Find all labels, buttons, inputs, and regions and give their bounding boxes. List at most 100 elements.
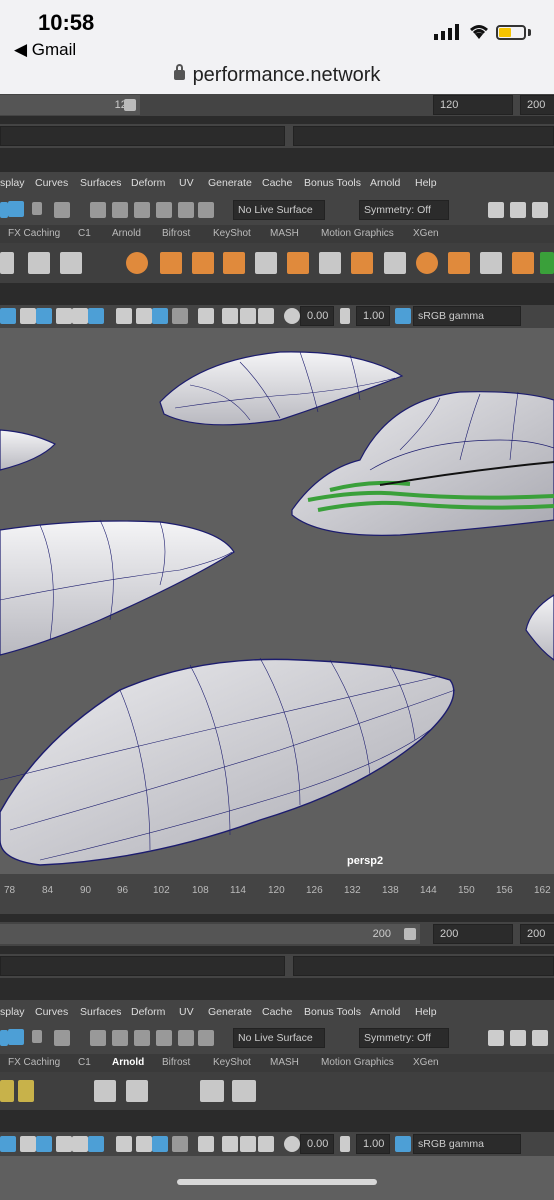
film-gate-icon[interactable] [198, 1136, 214, 1152]
tab-bifrost[interactable]: Bifrost [162, 1057, 190, 1068]
xray-joints-icon[interactable] [152, 1136, 168, 1152]
shelf-tool-13-icon[interactable] [512, 252, 534, 274]
back-to-gmail-link[interactable]: ◀ Gmail [14, 40, 76, 60]
textured-icon[interactable] [36, 1136, 52, 1152]
command-input-2[interactable] [0, 956, 285, 976]
tab-mash[interactable]: MASH [270, 228, 299, 239]
menu-uv[interactable]: UV [179, 177, 194, 189]
anim-end-field-2[interactable]: 200 [433, 924, 513, 944]
shadows-icon[interactable] [72, 308, 88, 324]
snap-point-icon[interactable] [134, 202, 150, 218]
wireframe-toggle-icon[interactable] [0, 308, 16, 324]
camera-icon[interactable] [172, 1136, 188, 1152]
snap-live-icon[interactable] [198, 1030, 214, 1046]
shelf-snow-icon[interactable] [60, 252, 82, 274]
ao-icon[interactable] [88, 1136, 104, 1152]
shaded-icon[interactable] [20, 1136, 36, 1152]
menu-arnold[interactable]: Arnold [370, 177, 400, 189]
snap-point-icon[interactable] [134, 1030, 150, 1046]
shelf-timer-icon[interactable] [28, 252, 50, 274]
symmetry-dropdown[interactable]: Symmetry: Off [359, 200, 449, 220]
ipr-render-icon[interactable] [532, 202, 548, 218]
menu-deform[interactable]: Deform [131, 177, 165, 189]
snap-curve-icon[interactable] [112, 1030, 128, 1046]
symmetry-dropdown-2[interactable]: Symmetry: Off [359, 1028, 449, 1048]
color-management-icon[interactable] [395, 1136, 411, 1152]
field-chart-icon[interactable] [258, 1136, 274, 1152]
playback-end-field-2[interactable]: 200 [520, 924, 554, 944]
menu-cache[interactable]: Cache [262, 177, 292, 189]
snap-live-icon[interactable] [198, 202, 214, 218]
tab-keyshot[interactable]: KeyShot [213, 228, 251, 239]
render-frame-icon[interactable] [510, 202, 526, 218]
wireframe-toggle-icon[interactable] [0, 1136, 16, 1152]
textured-icon[interactable] [36, 308, 52, 324]
shelf-tool-9-icon[interactable] [384, 252, 406, 274]
shelf-tool-14-icon[interactable] [540, 252, 554, 274]
arnold-render-view-icon[interactable] [200, 1080, 224, 1102]
select-mode-icon[interactable] [0, 202, 8, 218]
shelf-tool-8-icon[interactable] [351, 252, 373, 274]
range-end-field[interactable]: 120 [0, 95, 140, 115]
menu-bonus-tools[interactable]: Bonus Tools [304, 1006, 361, 1018]
command-input[interactable] [0, 126, 285, 146]
tab-keyshot[interactable]: KeyShot [213, 1057, 251, 1068]
arnold-sphere-light-icon[interactable] [94, 1080, 116, 1102]
gamma-icon[interactable] [340, 1136, 350, 1152]
xray-joints-icon[interactable] [152, 308, 168, 324]
menu-deform[interactable]: Deform [131, 1006, 165, 1018]
menu-cache[interactable]: Cache [262, 1006, 292, 1018]
tab-motion-graphics[interactable]: Motion Graphics [321, 228, 394, 239]
arnold-delete-icon[interactable] [18, 1080, 34, 1102]
gate-mask-icon[interactable] [240, 1136, 256, 1152]
color-space-dropdown-2[interactable]: sRGB gamma [413, 1134, 521, 1154]
range-handle[interactable] [124, 99, 136, 111]
exposure-icon[interactable] [284, 308, 300, 324]
arnold-mesh-light-icon[interactable] [126, 1080, 148, 1102]
film-gate-icon[interactable] [198, 308, 214, 324]
tab-motion-graphics[interactable]: Motion Graphics [321, 1057, 394, 1068]
tab-arnold[interactable]: Arnold [112, 228, 141, 239]
menu-surfaces[interactable]: Surfaces [80, 177, 121, 189]
shadows-icon[interactable] [72, 1136, 88, 1152]
menu-help[interactable]: Help [415, 177, 437, 189]
render-view-icon[interactable] [488, 202, 504, 218]
exposure-icon[interactable] [284, 1136, 300, 1152]
menu-generate[interactable]: Generate [208, 1006, 252, 1018]
tab-c1[interactable]: C1 [78, 1057, 91, 1068]
menu-generate[interactable]: Generate [208, 177, 252, 189]
tab-bifrost[interactable]: Bifrost [162, 228, 190, 239]
camera-icon[interactable] [172, 308, 188, 324]
shelf-tool-10-icon[interactable] [416, 252, 438, 274]
shelf-tool-1-icon[interactable] [126, 252, 148, 274]
render-view-icon[interactable] [488, 1030, 504, 1046]
ipr-render-icon[interactable] [532, 1030, 548, 1046]
perspective-viewport[interactable] [0, 328, 554, 874]
shaded-icon[interactable] [20, 308, 36, 324]
gamma-field-2[interactable]: 1.00 [356, 1134, 390, 1154]
menu-display[interactable]: splay [0, 177, 25, 189]
shelf-tool-7-icon[interactable] [319, 252, 341, 274]
lights-icon[interactable] [56, 308, 72, 324]
tab-arnold[interactable]: Arnold [112, 1057, 144, 1068]
select-arrow-icon[interactable] [54, 1030, 70, 1046]
snap-grid-icon[interactable] [90, 1030, 106, 1046]
shelf-tool-2-icon[interactable] [160, 252, 182, 274]
range-end-field-2[interactable]: 200 [0, 924, 420, 944]
tab-fx-caching[interactable]: FX Caching [8, 228, 60, 239]
shelf-tool-12-icon[interactable] [480, 252, 502, 274]
gamma-icon[interactable] [340, 308, 350, 324]
shelf-tool-4-icon[interactable] [223, 252, 245, 274]
isolate-icon[interactable] [116, 308, 132, 324]
snap-surface-icon[interactable] [178, 202, 194, 218]
shelf-tool-11-icon[interactable] [448, 252, 470, 274]
home-indicator[interactable] [177, 1179, 377, 1185]
shelf-tool-5-icon[interactable] [255, 252, 277, 274]
time-slider[interactable]: 78 84 90 96 102 108 114 120 126 132 138 … [0, 874, 554, 914]
menu-surfaces[interactable]: Surfaces [80, 1006, 121, 1018]
live-surface-dropdown[interactable]: No Live Surface [233, 200, 325, 220]
help-icon[interactable] [8, 1029, 24, 1045]
playback-end-field[interactable]: 200 [520, 95, 554, 115]
xray-icon[interactable] [136, 1136, 152, 1152]
tab-c1[interactable]: C1 [78, 228, 91, 239]
